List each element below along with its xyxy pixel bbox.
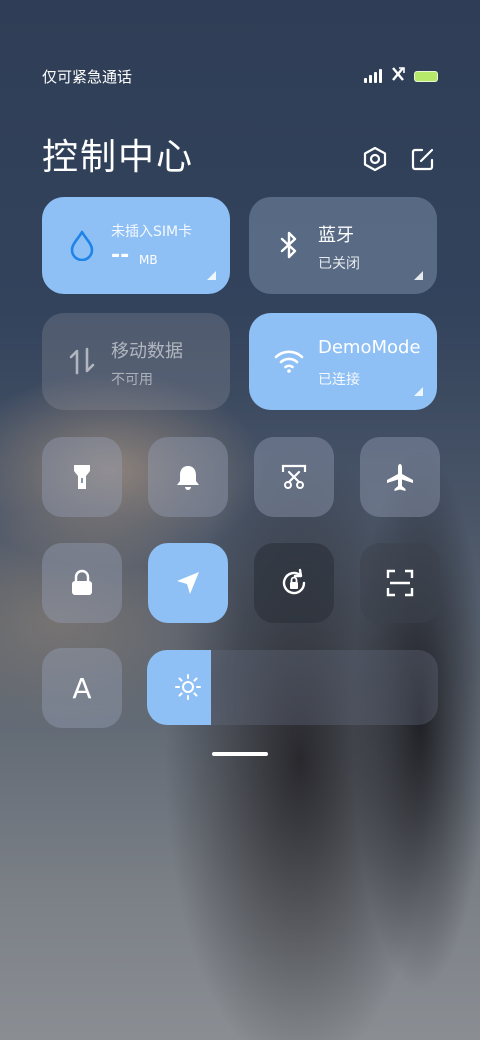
status-bar: 仅可紧急通话 [42,64,438,88]
wifi-icon [273,345,305,377]
flashlight-toggle[interactable] [42,437,122,517]
sun-icon [175,674,201,700]
mobile-data-state: 不可用 [111,372,153,388]
water-drop-icon [66,229,98,261]
bluetooth-state: 已关闭 [318,256,360,272]
edit-button[interactable] [408,144,438,174]
wifi-network-name: DemoMode [318,337,421,358]
airplane-icon [387,464,413,491]
brightness-slider[interactable] [147,650,438,725]
location-arrow-icon [177,572,199,594]
scanner-toggle[interactable] [360,543,440,623]
data-usage-tile[interactable]: 未插入SIM卡 -- MB [42,197,230,294]
edit-icon [411,148,434,171]
mobile-data-icon [66,345,98,377]
wifi-state: 已连接 [318,372,360,388]
gear-icon [363,146,387,172]
wifi-tile[interactable]: DemoMode 已连接 [249,313,437,410]
page-title: 控制中心 [42,137,195,178]
bluetooth-icon [273,229,305,261]
flashlight-icon [74,465,90,489]
rotation-lock-icon [282,568,306,595]
expand-indicator [414,271,423,280]
mobile-data-label: 移动数据 [111,341,183,362]
scan-icon [386,569,414,597]
font-size-toggle[interactable]: A [42,648,122,728]
airplane-mode-toggle[interactable] [360,437,440,517]
expand-indicator [414,387,423,396]
signal-icon [364,69,382,83]
data-usage-value: -- [111,243,130,268]
expand-indicator [207,271,216,280]
settings-button[interactable] [360,144,390,174]
ring-mode-toggle[interactable] [148,437,228,517]
screenshot-icon [281,464,307,489]
bell-icon [177,466,199,490]
location-toggle[interactable] [148,543,228,623]
bluetooth-label: 蓝牙 [318,225,354,246]
battery-icon [414,70,438,82]
font-size-label: A [72,671,92,705]
no-sim-icon [390,66,406,86]
screenshot-toggle[interactable] [254,437,334,517]
lock-icon [72,569,92,595]
rotation-lock-toggle[interactable] [254,543,334,623]
mobile-data-tile[interactable]: 移动数据 不可用 [42,313,230,410]
status-icons [364,66,438,86]
lock-screen-toggle[interactable] [42,543,122,623]
bluetooth-tile[interactable]: 蓝牙 已关闭 [249,197,437,294]
data-usage-unit: MB [139,253,158,267]
sim-status-text: 未插入SIM卡 [111,224,193,240]
home-indicator[interactable] [212,752,268,756]
carrier-text: 仅可紧急通话 [42,67,133,86]
